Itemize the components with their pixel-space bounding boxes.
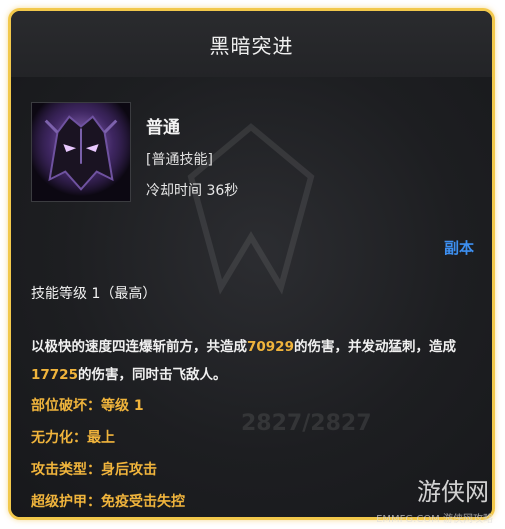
attribute-value: 等级 1 (101, 398, 144, 414)
attribute-label: 部位破坏： (31, 398, 101, 414)
watermark-logo: 游侠网 (417, 478, 489, 506)
tooltip-content: 普通 [普通技能] 冷却时间 36秒 副本 技能等级 1（最高） 以极快的速度四… (11, 77, 492, 517)
attribute-label: 无力化： (31, 430, 87, 446)
skill-level: 技能等级 1（最高） (31, 286, 157, 302)
skill-description: 以极快的速度四连爆斩前方，共造成70929的伤害，并发动猛刺，造成 17725的伤… (31, 333, 471, 389)
skill-cooldown: 冷却时间 36秒 (146, 183, 239, 199)
damage-value-1: 70929 (247, 339, 294, 355)
title-bar: 黑暗突进 (11, 11, 492, 78)
attribute-value: 免疫受击失控 (101, 494, 185, 510)
description-text: 的伤害，并发动猛刺，造成 (293, 339, 456, 355)
attribute-label: 攻击类型： (31, 462, 101, 478)
dungeon-link[interactable]: 副本 (444, 237, 474, 258)
damage-value-2: 17725 (31, 367, 78, 383)
skill-type: [普通技能] (146, 152, 213, 168)
attribute-value: 身后攻击 (101, 462, 157, 478)
attribute-super-armor: 超级护甲：免疫受击失控 (31, 491, 185, 511)
description-text: 以极快的速度四连爆斩前方，共造成 (31, 339, 247, 355)
attribute-part-break: 部位破坏：等级 1 (31, 395, 144, 415)
skill-name: 普通 (146, 118, 180, 138)
background-emblem-icon (187, 123, 315, 295)
background-value: 2827/2827 (241, 411, 372, 436)
watermark-url: EMMFG.COM 游侠网攻略 (376, 514, 493, 525)
skill-icon (31, 102, 131, 202)
attribute-attack-type: 攻击类型：身后攻击 (31, 459, 157, 479)
attribute-neutralize: 无力化：最上 (31, 427, 115, 447)
attribute-value: 最上 (87, 430, 115, 446)
skill-tooltip-window: 黑暗突进 普通 [普通技能] 冷却时间 36秒 副本 技能等级 1（最高） 以极… (8, 8, 495, 520)
dark-knight-skill-icon (32, 103, 130, 201)
attribute-label: 超级护甲： (31, 494, 101, 510)
window-title: 黑暗突进 (209, 33, 294, 58)
description-text: 的伤害，同时击飞敌人。 (77, 367, 227, 383)
